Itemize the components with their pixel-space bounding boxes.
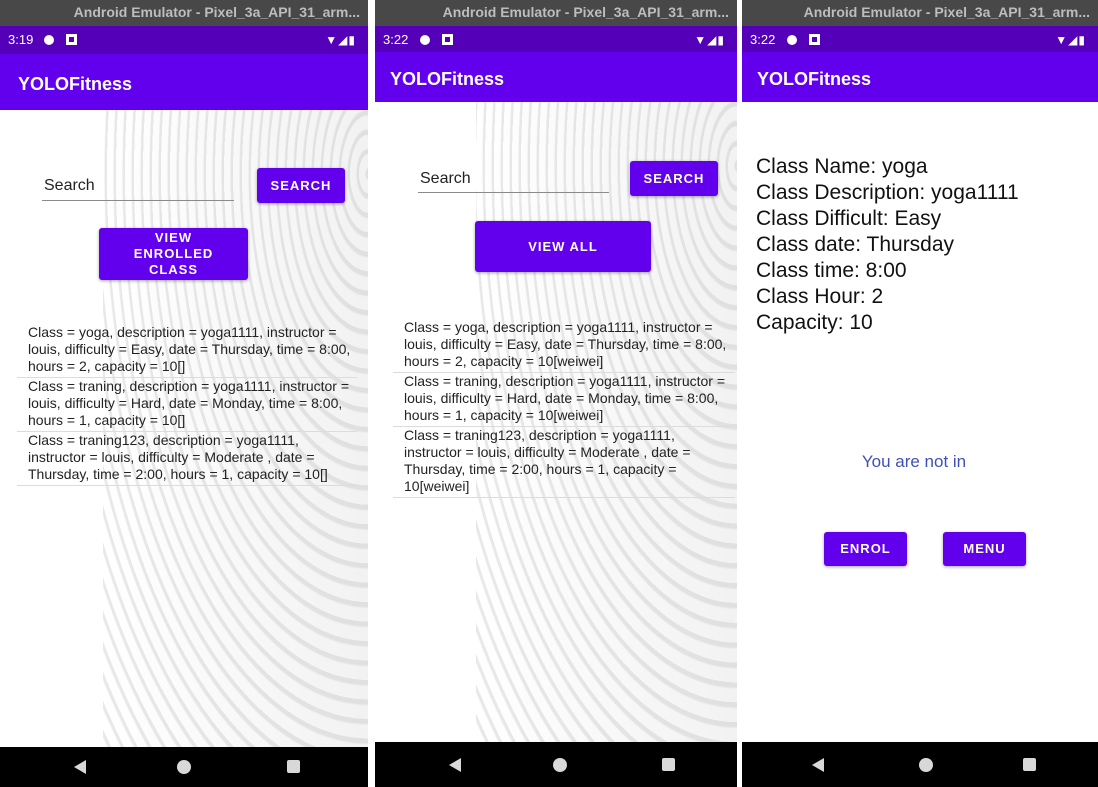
status-bar: 3:22 ▼◢▮	[742, 26, 1098, 54]
signal-battery-icon: ▼◢▮	[1055, 33, 1086, 47]
app-bar: YOLOFitness	[0, 54, 368, 110]
class-details: Class Name: yoga Class Description: yoga…	[756, 154, 1019, 336]
emulator-titlebar: Android Emulator - Pixel_3a_API_31_arm..…	[0, 0, 368, 26]
class-list: Class = yoga, description = yoga1111, in…	[393, 319, 735, 498]
list-item[interactable]: Class = traning, description = yoga1111,…	[393, 373, 735, 427]
detail-class-description: Class Description: yoga1111	[756, 181, 1019, 204]
view-all-button[interactable]: VIEW ALL	[475, 221, 651, 272]
emulator-titlebar: Android Emulator - Pixel_3a_API_31_arm..…	[742, 0, 1098, 26]
nav-home-icon[interactable]	[177, 760, 191, 774]
detail-class-date: Class date: Thursday	[756, 233, 955, 256]
notification-square-icon	[809, 34, 820, 45]
detail-class-hour: Class Hour: 2	[756, 285, 884, 308]
status-time: 3:22	[750, 32, 776, 47]
detail-class-time: Class time: 8:00	[756, 259, 907, 282]
search-input[interactable]: Search	[420, 170, 471, 188]
list-item[interactable]: Class = traning, description = yoga1111,…	[17, 378, 357, 432]
navigation-bar	[375, 742, 737, 787]
status-time: 3:19	[8, 32, 34, 47]
emulator-title: Android Emulator - Pixel_3a_API_31_arm..…	[803, 4, 1090, 20]
app-title: YOLOFitness	[18, 74, 133, 94]
emulator-title: Android Emulator - Pixel_3a_API_31_arm..…	[442, 4, 729, 20]
detail-class-difficulty: Class Difficult: Easy	[756, 207, 942, 230]
screen-enrolled-class-list: Android Emulator - Pixel_3a_API_31_arm..…	[375, 0, 737, 787]
search-input[interactable]: Search	[44, 177, 95, 195]
navigation-bar	[0, 747, 368, 787]
menu-button[interactable]: MENU	[943, 532, 1026, 566]
app-bar: YOLOFitness	[375, 52, 737, 102]
status-bar: 3:19 ▼◢▮	[0, 26, 368, 54]
nav-back-icon[interactable]	[74, 760, 86, 774]
nav-home-icon[interactable]	[919, 757, 933, 772]
notification-square-icon	[66, 34, 77, 45]
signal-battery-icon: ▼◢▮	[325, 33, 356, 47]
main-content: Search SEARCH VIEW ALL Class = yoga, des…	[375, 102, 737, 742]
search-underline	[418, 192, 609, 193]
list-item[interactable]: Class = yoga, description = yoga1111, in…	[17, 324, 357, 378]
emulator-titlebar: Android Emulator - Pixel_3a_API_31_arm..…	[375, 0, 737, 26]
status-time: 3:22	[383, 32, 409, 47]
emulator-title: Android Emulator - Pixel_3a_API_31_arm..…	[73, 4, 360, 20]
search-button[interactable]: SEARCH	[630, 161, 718, 196]
list-item[interactable]: Class = traning123, description = yoga11…	[17, 432, 357, 486]
detail-class-name: Class Name: yoga	[756, 155, 928, 178]
search-button[interactable]: SEARCH	[257, 168, 345, 203]
list-item[interactable]: Class = traning123, description = yoga11…	[393, 427, 735, 498]
screen-class-search-list: Android Emulator - Pixel_3a_API_31_arm..…	[0, 0, 368, 787]
status-bar: 3:22 ▼◢▮	[375, 26, 737, 54]
screen-class-detail: Android Emulator - Pixel_3a_API_31_arm..…	[742, 0, 1098, 787]
nav-recent-icon[interactable]	[1023, 757, 1036, 771]
list-item[interactable]: Class = yoga, description = yoga1111, in…	[393, 319, 735, 373]
view-enrolled-class-button[interactable]: VIEW ENROLLED CLASS	[99, 228, 248, 280]
notification-square-icon	[442, 34, 453, 45]
enrol-button[interactable]: ENROL	[824, 532, 907, 566]
nav-recent-icon[interactable]	[662, 757, 675, 771]
class-list: Class = yoga, description = yoga1111, in…	[17, 324, 357, 486]
notification-icon	[787, 35, 797, 45]
main-content: Class Name: yoga Class Description: yoga…	[742, 102, 1098, 742]
nav-back-icon[interactable]	[812, 757, 824, 772]
nav-home-icon[interactable]	[553, 757, 567, 772]
navigation-bar	[742, 742, 1098, 787]
notification-icon	[420, 35, 430, 45]
search-underline	[42, 200, 234, 201]
app-bar: YOLOFitness	[742, 52, 1098, 102]
notification-icon	[44, 35, 54, 45]
app-title: YOLOFitness	[757, 69, 872, 89]
detail-capacity: Capacity: 10	[756, 311, 873, 334]
signal-battery-icon: ▼◢▮	[694, 33, 725, 47]
nav-recent-icon[interactable]	[287, 760, 300, 773]
nav-back-icon[interactable]	[449, 757, 461, 772]
main-content: Search SEARCH VIEW ENROLLED CLASS Class …	[0, 110, 368, 747]
app-title: YOLOFitness	[390, 69, 505, 89]
enrolment-status-text: You are not in	[861, 452, 967, 471]
